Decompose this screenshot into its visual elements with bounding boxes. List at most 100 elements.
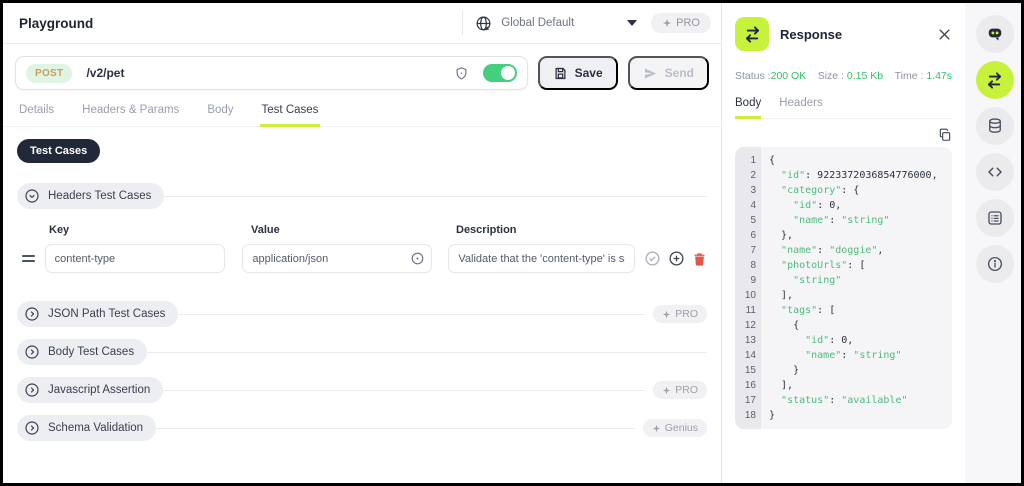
response-title: Response [780,27,926,42]
chevron-right-circle-icon [24,344,40,360]
column-header-description: Description [456,224,517,236]
section-title: Body Test Cases [48,346,134,358]
variable-insert-icon[interactable] [410,251,425,266]
time-stat: Time : 1.47s [895,70,952,82]
url-bar[interactable]: POST /v2/pet [15,56,528,90]
test-cases-badge: Test Cases [17,139,100,163]
section-title: Headers Test Cases [48,190,151,202]
swap-arrows-icon [985,71,1004,90]
plan-badge-label: PRO [675,384,698,396]
request-enabled-toggle[interactable] [483,64,517,82]
ai-assistant-button[interactable] [976,15,1014,53]
validate-check-icon[interactable] [644,250,661,267]
database-button[interactable] [976,107,1014,145]
divider [163,390,645,391]
plan-badge: Genius [643,419,707,437]
response-tab-body[interactable]: Body [735,97,761,119]
add-row-icon[interactable] [668,250,685,267]
row-actions [644,250,707,267]
status-label: Status : [735,70,771,82]
divider [156,428,635,429]
close-icon[interactable] [937,27,952,42]
json-path-test-cases-toggle[interactable]: JSON Path Test Cases [17,301,178,327]
response-tab-headers[interactable]: Headers [779,97,822,118]
size-label: Size : [818,70,844,82]
icon-rail [965,3,1024,483]
environment-group: Global Default PRO [462,11,711,35]
request-row: POST /v2/pet Sav [3,44,721,90]
save-icon [553,66,568,81]
method-badge: POST [26,64,72,83]
javascript-assertion-toggle[interactable]: Javascript Assertion [17,377,163,403]
chevron-right-circle-icon [24,420,40,436]
body-test-cases-toggle[interactable]: Body Test Cases [17,339,147,365]
test-cases-content: Test Cases Headers Test Cases Key Value … [3,127,721,441]
code-lines: { "id": 9223372036854776000, "category":… [761,147,942,429]
send-button-label: Send [665,66,694,80]
sparkle-icon [662,310,671,319]
tab-details[interactable]: Details [17,101,56,126]
column-header-value: Value [251,224,456,236]
plan-badge: PRO [653,381,707,399]
response-body-code[interactable]: 123456789101112131415161718 { "id": 9223… [735,147,952,429]
status-value: 200 OK [771,70,807,82]
pro-badge: PRO [651,13,711,33]
delete-trash-icon[interactable] [692,251,707,267]
chevron-down-circle-icon [24,188,40,204]
code-icon [986,163,1004,181]
response-panel: Response Status :200 OK Size : 0.15 Kb T… [721,3,964,483]
column-header-key: Key [49,224,251,236]
drag-handle-icon[interactable] [22,252,35,265]
tab-test-cases[interactable]: Test Cases [260,101,321,127]
sparkle-icon [662,386,671,395]
description-input[interactable] [448,244,635,273]
globe-icon [475,15,492,32]
time-value: 1.47s [926,70,952,82]
schema-validation-toggle[interactable]: Schema Validation [17,415,156,441]
info-icon [986,255,1004,273]
value-input[interactable] [242,244,432,273]
key-input[interactable] [45,244,226,273]
copy-row [735,128,952,142]
section-body-test-cases: Body Test Cases [17,339,707,365]
response-header: Response [735,17,952,51]
table-row [17,244,707,273]
app-window: Playground Global Default [0,0,1024,486]
response-panel-button[interactable] [976,61,1014,99]
code-button[interactable] [976,153,1014,191]
info-button[interactable] [976,245,1014,283]
tab-body[interactable]: Body [205,101,235,126]
details-list-button[interactable] [976,199,1014,237]
sparkle-icon [652,424,661,433]
code-gutter: 123456789101112131415161718 [735,147,761,429]
pro-badge-label: PRO [676,17,700,29]
time-label: Time : [895,70,924,82]
main-tabs: Details Headers & Params Body Test Cases [3,101,721,127]
size-stat: Size : 0.15 Kb [818,70,883,82]
section-title: Schema Validation [48,422,143,434]
tab-headers-params[interactable]: Headers & Params [80,101,181,126]
environment-label: Global Default [501,17,574,29]
table-header: Key Value Description [49,224,707,236]
plan-badge-label: PRO [675,308,698,320]
robot-icon [985,24,1005,44]
send-icon [643,66,658,81]
shield-icon[interactable] [454,66,469,81]
divider [178,314,645,315]
headers-test-cases-toggle[interactable]: Headers Test Cases [17,183,164,209]
database-icon [986,117,1004,135]
url-text: /v2/pet [86,66,439,80]
value-input-wrap [242,244,432,273]
send-button[interactable]: Send [628,56,709,90]
save-button[interactable]: Save [538,56,618,90]
page-title: Playground [19,16,93,31]
environment-selector[interactable]: Global Default [475,15,637,32]
copy-icon[interactable] [938,128,952,142]
response-swap-icon [735,17,769,51]
section-javascript-assertion: Javascript Assertion PRO [17,377,707,403]
divider [164,196,707,197]
response-tabs: Body Headers [735,97,952,119]
response-stats: Status :200 OK Size : 0.15 Kb Time : 1.4… [735,70,952,82]
chevron-down-icon [627,20,637,26]
chevron-right-circle-icon [24,306,40,322]
